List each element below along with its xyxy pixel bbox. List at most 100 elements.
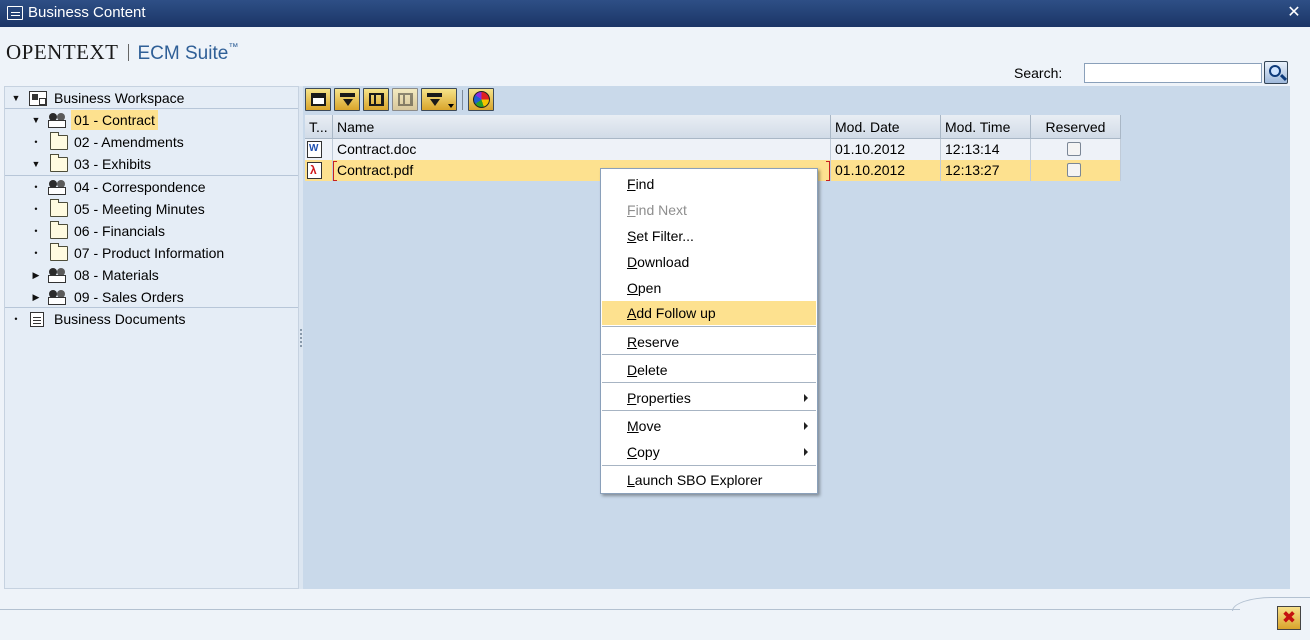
leaf-bullet-icon: • xyxy=(14,314,18,324)
word-doc-icon xyxy=(307,141,322,158)
focus-bracket-left xyxy=(333,161,337,181)
window-icon xyxy=(7,6,23,20)
tree-item-label: 05 - Meeting Minutes xyxy=(74,201,205,217)
toolbar-separator xyxy=(462,90,463,110)
logo-product: ECM Suite xyxy=(137,43,229,64)
expand-arrow-icon[interactable]: ▶ xyxy=(31,264,41,286)
menu-item-find[interactable]: Find xyxy=(602,172,816,196)
search-button[interactable] xyxy=(1264,61,1288,84)
menu-separator xyxy=(602,354,816,355)
menu-item-open[interactable]: Open xyxy=(602,276,816,300)
cancel-icon: ✖ xyxy=(1281,608,1297,627)
column-header-mod-date[interactable]: Mod. Date xyxy=(831,115,941,139)
brand-logo: OPENTEXT ECM Suite™ xyxy=(6,40,238,66)
footer-divider xyxy=(0,609,1240,610)
menu-item-move[interactable]: Move xyxy=(602,414,816,438)
binoculars-icon xyxy=(369,93,384,106)
menu-item-download[interactable]: Download xyxy=(602,250,816,274)
tree-item-sales-orders[interactable]: ▶ 09 - Sales Orders xyxy=(5,286,298,308)
tree-item-contract[interactable]: ▼ 01 - Contract xyxy=(5,109,298,131)
print-icon xyxy=(311,93,326,106)
folder-open-icon xyxy=(50,154,68,172)
collapse-arrow-icon[interactable]: ▼ xyxy=(31,109,41,131)
menu-item-delete[interactable]: Delete xyxy=(602,358,816,382)
focus-bracket-right xyxy=(826,161,830,181)
context-menu: Find Find Next Set Filter... Download Op… xyxy=(600,168,818,494)
tree-item-correspondence[interactable]: • 04 - Correspondence xyxy=(5,176,298,198)
column-header-type[interactable]: T... xyxy=(305,115,333,139)
collapse-arrow-icon[interactable]: ▼ xyxy=(11,87,21,109)
search-label: Search: xyxy=(1014,65,1063,81)
find-next-button[interactable] xyxy=(392,88,418,111)
submenu-arrow-icon xyxy=(804,448,808,456)
submenu-arrow-icon xyxy=(804,422,808,430)
document-icon xyxy=(30,312,44,327)
workspace-icon xyxy=(48,113,66,128)
leaf-bullet-icon: • xyxy=(34,248,38,258)
filter-button[interactable] xyxy=(334,88,360,111)
cancel-button[interactable]: ✖ xyxy=(1277,606,1301,630)
menu-separator xyxy=(602,382,816,383)
table-row[interactable]: Contract.doc 01.10.2012 12:13:14 xyxy=(305,139,1121,160)
splitter-grip-icon xyxy=(300,329,302,347)
mod-time-cell: 12:13:27 xyxy=(941,160,1031,181)
tree-item-meeting-minutes[interactable]: • 05 - Meeting Minutes xyxy=(5,198,298,220)
menu-item-add-follow-up[interactable]: Add Follow up xyxy=(602,301,816,325)
filter-dropdown-icon xyxy=(427,93,442,106)
type-cell xyxy=(305,160,333,181)
menu-item-find-next[interactable]: Find Next xyxy=(602,198,816,222)
mod-date-cell: 01.10.2012 xyxy=(831,139,941,160)
tree-item-product-information[interactable]: • 07 - Product Information xyxy=(5,242,298,264)
folder-icon xyxy=(50,243,68,261)
tree-item-label: 06 - Financials xyxy=(74,223,166,239)
leaf-bullet-icon: • xyxy=(34,182,38,192)
reserved-cell xyxy=(1031,139,1121,160)
tree-item-label: Business Documents xyxy=(54,311,186,327)
tree-item-amendments[interactable]: • 02 - Amendments xyxy=(5,131,298,153)
column-header-name[interactable]: Name xyxy=(333,115,831,139)
logo-brand: OPENTEXT xyxy=(6,40,119,64)
chart-icon xyxy=(473,91,490,108)
expand-arrow-icon[interactable]: ▶ xyxy=(31,286,41,308)
leaf-bullet-icon: • xyxy=(34,204,38,214)
reserved-checkbox[interactable] xyxy=(1067,142,1081,156)
chart-button[interactable] xyxy=(468,88,494,111)
name-cell[interactable]: Contract.doc xyxy=(333,139,831,160)
folder-icon xyxy=(50,132,68,150)
window-close-button[interactable]: ✕ xyxy=(1284,3,1304,23)
search-input[interactable] xyxy=(1084,63,1262,83)
menu-separator xyxy=(602,465,816,466)
workspace-tree: ▼ Business Workspace ▼ 01 - Contract • 0… xyxy=(4,86,299,589)
tree-item-materials[interactable]: ▶ 08 - Materials xyxy=(5,264,298,286)
type-cell xyxy=(305,139,333,160)
reserved-checkbox[interactable] xyxy=(1067,163,1081,177)
submenu-arrow-icon xyxy=(804,394,808,402)
workspace-icon xyxy=(48,180,66,195)
tree-item-business-documents[interactable]: • Business Documents xyxy=(5,308,298,330)
leaf-bullet-icon: • xyxy=(34,137,38,147)
menu-item-properties[interactable]: Properties xyxy=(602,386,816,410)
collapse-arrow-icon[interactable]: ▼ xyxy=(31,153,41,175)
find-button[interactable] xyxy=(363,88,389,111)
search-icon xyxy=(1269,65,1281,77)
print-button[interactable] xyxy=(305,88,331,111)
tree-item-financials[interactable]: • 06 - Financials xyxy=(5,220,298,242)
dropdown-caret-icon xyxy=(448,104,454,108)
filter-icon xyxy=(340,93,355,106)
tree-item-exhibits[interactable]: ▼ 03 - Exhibits xyxy=(5,153,298,175)
column-header-mod-time[interactable]: Mod. Time xyxy=(941,115,1031,139)
column-header-reserved[interactable]: Reserved xyxy=(1031,115,1121,139)
menu-item-reserve[interactable]: Reserve xyxy=(602,330,816,354)
mod-date-cell: 01.10.2012 xyxy=(831,160,941,181)
tree-item-label: Business Workspace xyxy=(54,90,185,106)
menu-item-launch-sbo-explorer[interactable]: Launch SBO Explorer xyxy=(602,468,816,492)
filter-dropdown-button[interactable] xyxy=(421,88,457,111)
tree-item-business-workspace[interactable]: ▼ Business Workspace xyxy=(5,87,298,109)
window-title: Business Content xyxy=(28,4,146,21)
menu-item-copy[interactable]: Copy xyxy=(602,440,816,464)
pdf-doc-icon xyxy=(307,162,322,179)
tree-item-label: 09 - Sales Orders xyxy=(74,289,184,305)
add-icon xyxy=(398,93,413,106)
tree-item-label: 07 - Product Information xyxy=(74,245,225,261)
menu-item-set-filter[interactable]: Set Filter... xyxy=(602,224,816,248)
